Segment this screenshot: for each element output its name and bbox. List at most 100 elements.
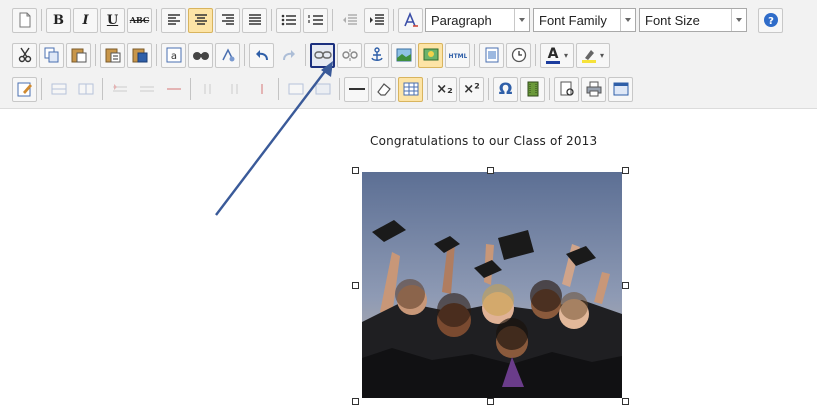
align-center-button[interactable] <box>188 7 213 33</box>
font-family-select-value: Font Family <box>539 12 607 28</box>
resize-handle-top[interactable] <box>487 167 494 174</box>
superscript-button[interactable]: ×² <box>459 76 484 102</box>
resize-handle-bottom-left[interactable] <box>352 398 359 405</box>
bold-button[interactable]: B <box>46 7 71 33</box>
row-after-icon <box>139 86 154 92</box>
image-icon <box>396 48 411 62</box>
bullet-list-button[interactable] <box>276 7 301 33</box>
resize-handle-top-left[interactable] <box>352 167 359 174</box>
html-button[interactable]: HTML <box>445 42 470 68</box>
chevron-down-icon: ▾ <box>599 50 604 60</box>
underline-button[interactable]: U <box>100 7 125 33</box>
new-document-button[interactable] <box>12 7 37 33</box>
copy-button[interactable] <box>39 42 64 68</box>
insert-image-button[interactable] <box>418 42 443 68</box>
table-row-props-button[interactable] <box>46 77 71 102</box>
insert-col-after-button[interactable] <box>222 77 247 102</box>
toolbar-separator <box>305 44 306 66</box>
horizontal-rule-button[interactable] <box>344 76 369 102</box>
resize-handle-bottom-right[interactable] <box>622 398 629 405</box>
toolbar-separator <box>339 78 340 100</box>
bullet-list-icon <box>281 14 296 26</box>
resize-handle-top-right[interactable] <box>622 167 629 174</box>
indent-button[interactable] <box>364 7 389 33</box>
toolbar-separator <box>156 44 157 66</box>
horizontal-rule-icon <box>348 88 365 90</box>
replace-button[interactable] <box>215 42 240 68</box>
justify-button[interactable] <box>242 7 267 33</box>
insert-row-before-button[interactable] <box>107 77 132 102</box>
graduation-photo[interactable] <box>362 172 622 398</box>
resize-handle-bottom[interactable] <box>487 398 494 405</box>
text-color-icon: A <box>545 45 560 64</box>
align-right-button[interactable] <box>215 7 240 33</box>
toolbar-separator <box>95 44 96 66</box>
special-character-label: Ω <box>498 79 513 98</box>
insert-col-before-button[interactable] <box>195 77 220 102</box>
paste-word-button[interactable] <box>127 42 152 68</box>
text-color-label: A <box>547 45 559 62</box>
merge-cells-button[interactable] <box>310 77 335 102</box>
numbered-list-icon <box>307 15 323 25</box>
select-all-button[interactable]: a <box>161 42 186 68</box>
font-size-select[interactable]: Font Size <box>639 8 747 32</box>
visual-aid-button[interactable] <box>398 76 423 102</box>
preview-button[interactable] <box>479 42 504 68</box>
format-select[interactable]: Paragraph <box>425 8 530 32</box>
undo-button[interactable] <box>249 42 274 68</box>
insert-row-after-button[interactable] <box>134 77 159 102</box>
align-left-icon <box>167 14 180 25</box>
anchor-icon <box>370 47 383 61</box>
outdent-button[interactable] <box>337 8 362 33</box>
table-row-icon <box>51 83 66 95</box>
font-family-select[interactable]: Font Family <box>533 8 636 32</box>
toolbar-separator <box>427 78 428 100</box>
strikethrough-button[interactable]: ABC <box>127 7 152 33</box>
split-cells-button[interactable] <box>283 77 308 102</box>
toolbar-separator <box>474 44 475 66</box>
fullscreen-button[interactable] <box>608 76 633 102</box>
special-character-button[interactable]: Ω <box>493 76 518 102</box>
col-before-icon <box>204 84 210 94</box>
replace-icon <box>221 48 234 62</box>
font-size-select-value: Font Size <box>645 12 700 28</box>
remove-format-button[interactable] <box>371 76 396 102</box>
delete-col-button[interactable] <box>249 77 274 102</box>
italic-button[interactable]: I <box>73 7 98 33</box>
unlink-button[interactable] <box>337 42 362 68</box>
redo-button[interactable] <box>276 43 301 68</box>
subscript-button[interactable]: ×₂ <box>432 76 457 102</box>
merge-cells-icon <box>315 83 330 95</box>
format-select-value: Paragraph <box>431 12 492 28</box>
insert-time-button[interactable] <box>506 42 531 68</box>
resize-handle-left[interactable] <box>352 282 359 289</box>
toolbar-separator <box>41 9 42 31</box>
delete-row-button[interactable] <box>161 77 186 102</box>
media-button[interactable] <box>520 76 545 102</box>
styles-button[interactable] <box>398 7 423 33</box>
toolbar-separator <box>271 9 272 31</box>
toolbar-separator <box>393 9 394 31</box>
print-button[interactable] <box>581 76 606 102</box>
anchor-button[interactable] <box>364 42 389 68</box>
table-cell-props-button[interactable] <box>73 77 98 102</box>
highlight-color-button[interactable]: ▾ <box>576 42 610 68</box>
align-left-button[interactable] <box>161 7 186 33</box>
unlink-icon <box>341 49 358 61</box>
svg-text:HTML: HTML <box>449 53 467 60</box>
paste-button[interactable] <box>66 42 91 68</box>
svg-text:?: ? <box>768 16 774 27</box>
paste-text-button[interactable] <box>100 42 125 68</box>
print-preview-button[interactable] <box>554 76 579 102</box>
copy-icon <box>44 47 58 63</box>
cut-button[interactable] <box>12 42 37 68</box>
find-button[interactable] <box>188 42 213 68</box>
resize-handle-right[interactable] <box>622 282 629 289</box>
table-cell-icon <box>78 83 93 95</box>
help-button[interactable]: ? <box>758 7 783 33</box>
edit-button[interactable] <box>12 76 37 102</box>
image-button[interactable] <box>391 42 416 68</box>
numbered-list-button[interactable] <box>303 7 328 33</box>
link-button[interactable] <box>310 42 335 68</box>
text-color-button[interactable]: A ▾ <box>540 42 574 68</box>
